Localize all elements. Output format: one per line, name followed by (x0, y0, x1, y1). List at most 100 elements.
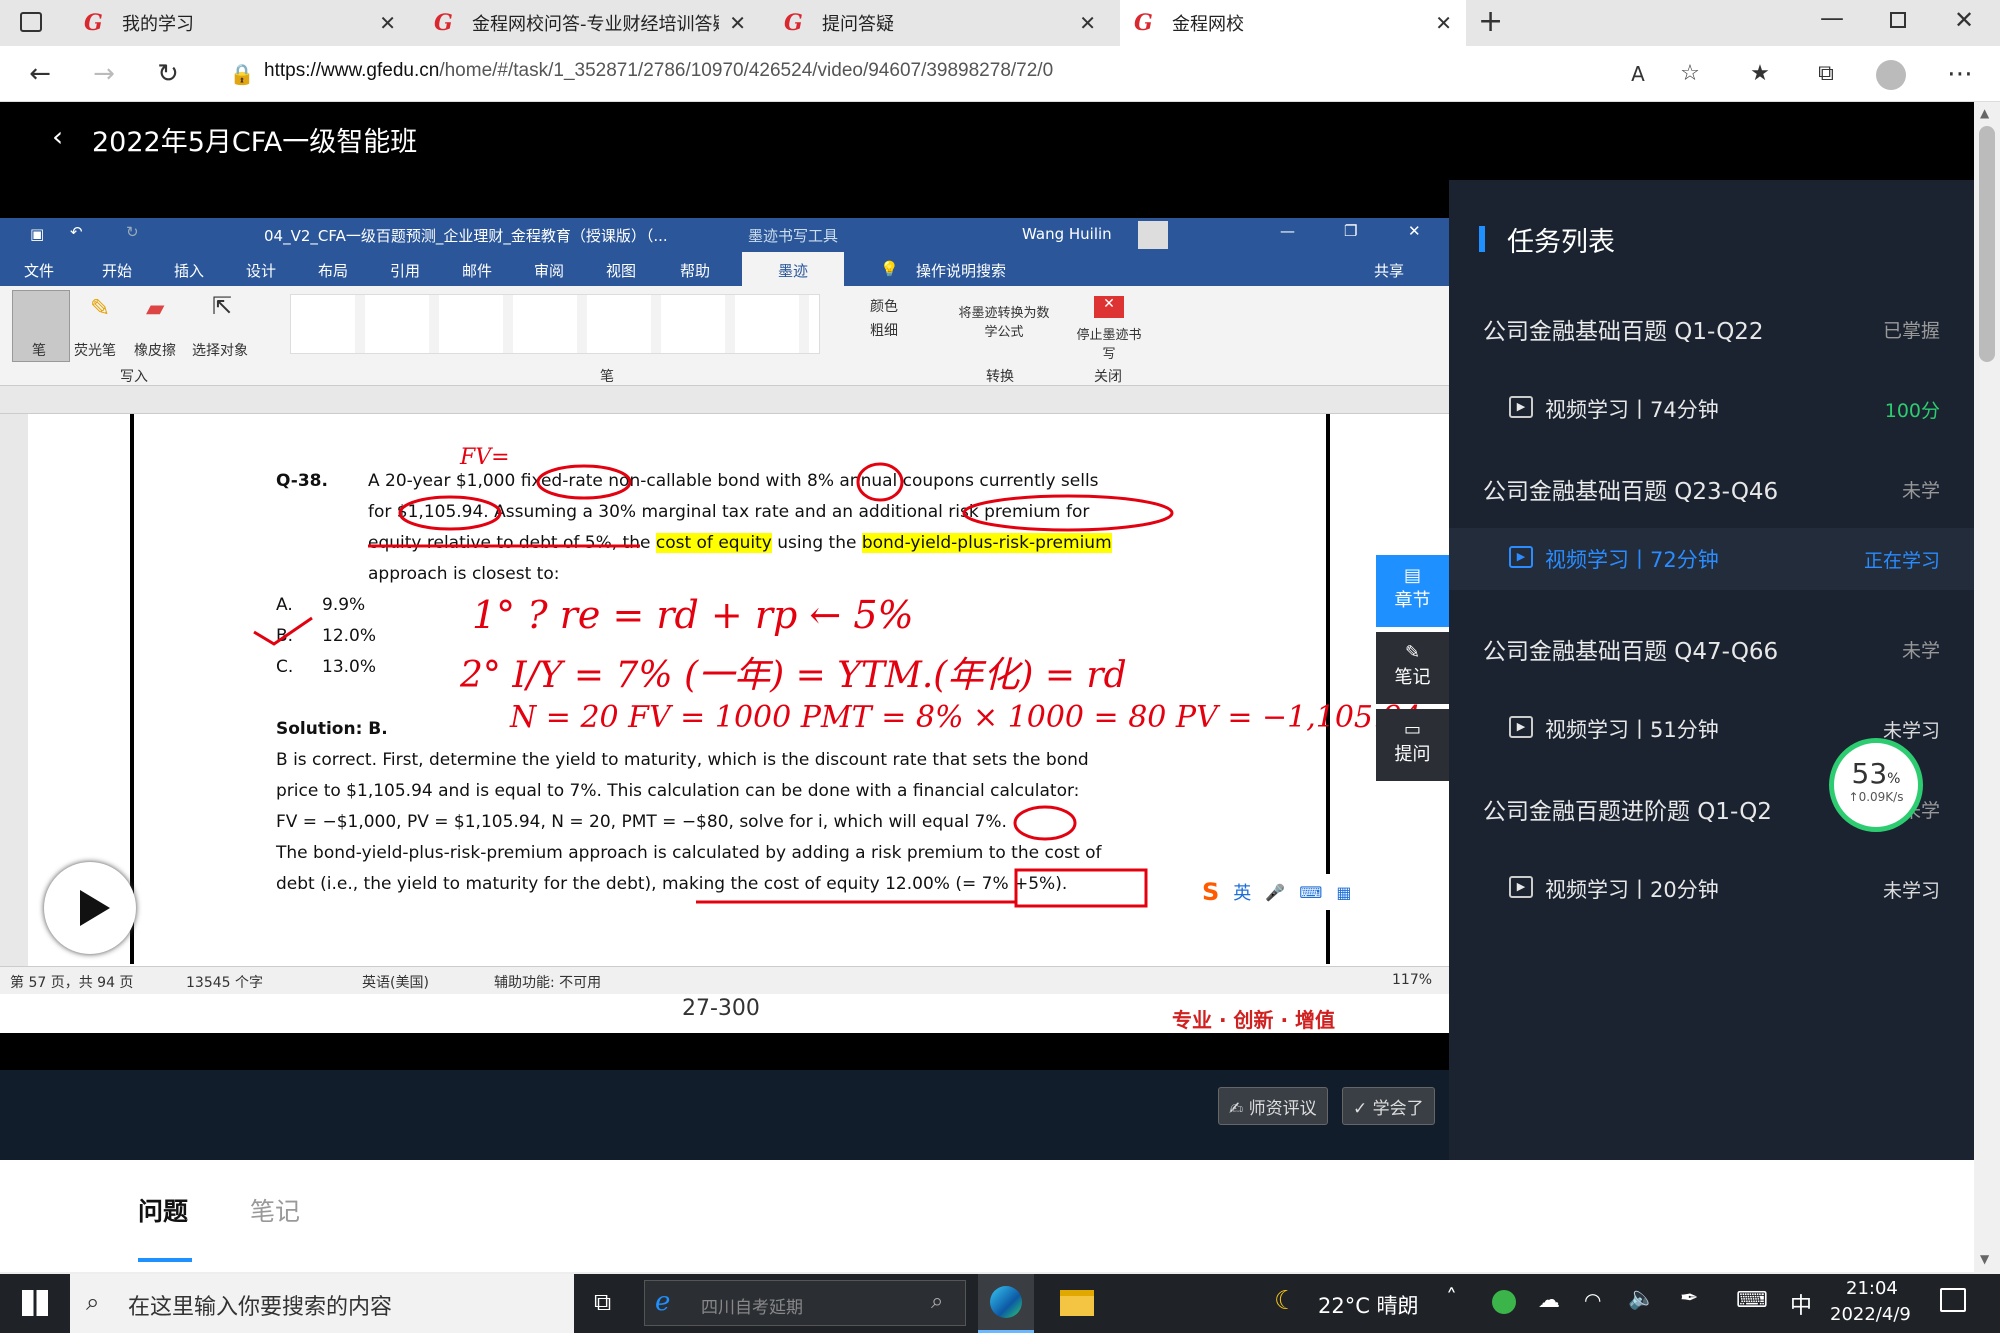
undo-icon: ↶ (70, 223, 83, 241)
ime-toolbar: S 英 🎤 ⌨ ▦ (1196, 874, 1446, 910)
status-words: 13545 个字 (186, 975, 263, 991)
group-label: 笔 (600, 369, 614, 385)
chapter-item[interactable]: 公司金融基础百题 Q23-Q46 未学 (1449, 460, 1974, 520)
tab-questions[interactable]: 问题 (138, 1192, 188, 1228)
chapter-button[interactable]: ▤ 章节 (1376, 555, 1449, 627)
ime-lang: 英 (1233, 883, 1252, 904)
video-play-icon: ▶ (1509, 546, 1533, 568)
word-user: Wang Huilin (1022, 225, 1112, 243)
tray-app-icon[interactable] (1492, 1290, 1516, 1314)
chapter-item[interactable]: 公司金融基础百题 Q1-Q22 已掌握 (1449, 300, 1974, 360)
footer-slogan: 专业 · 创新 · 增值 (1172, 1008, 1336, 1032)
restore-icon[interactable] (1890, 12, 1906, 28)
eraser-icon: ▰ (146, 294, 165, 322)
network-speed-widget[interactable]: 53% ↑0.09K/s (1829, 738, 1923, 832)
status-lang: 英语(美国) (362, 975, 429, 991)
url-input[interactable]: https://www.gfedu.cn/home/#/task/1_35287… (264, 60, 1053, 82)
browser-tab[interactable]: G 提问答疑 ✕ (770, 0, 1110, 46)
add-favorite-icon[interactable]: ☆ (1670, 54, 1710, 94)
clock-date[interactable]: 2022/4/9 (1830, 1304, 1911, 1325)
mic-icon: 🎤 (1265, 882, 1286, 902)
file-explorer-icon[interactable] (1060, 1290, 1094, 1316)
refresh-icon[interactable]: ↻ (148, 54, 188, 94)
back-chevron-icon[interactable]: ‹ (52, 120, 63, 153)
speed-rate: ↑0.09K/s (1848, 790, 1904, 804)
keyboard-icon: ⌨ (1299, 882, 1323, 902)
edge-browser-icon[interactable] (978, 1274, 1034, 1333)
start-windows-icon[interactable] (22, 1290, 48, 1316)
ask-button[interactable]: ▭ 提问 (1376, 709, 1449, 781)
onedrive-cloud-icon[interactable]: ☁ (1538, 1288, 1560, 1313)
back-icon[interactable]: ← (20, 54, 60, 94)
task-view-icon[interactable]: ⧉ (594, 1288, 611, 1316)
chapter-item[interactable]: 公司金融基础百题 Q47-Q66 未学 (1449, 620, 1974, 680)
tab-title: 我的学习 (122, 14, 194, 35)
ink-circle (1013, 805, 1077, 841)
tab-notes[interactable]: 笔记 (250, 1192, 300, 1228)
read-aloud-icon[interactable]: A (1618, 54, 1658, 94)
qa-tabs: 问题 笔记 (0, 1160, 1974, 1274)
scroll-thumb[interactable] (1979, 126, 1995, 362)
forward-icon[interactable]: → (84, 54, 124, 94)
notification-icon[interactable] (1940, 1288, 1966, 1312)
video-play-icon: ▶ (1509, 716, 1533, 738)
new-tab-icon[interactable]: + (1478, 4, 1503, 39)
ink-circle (536, 464, 632, 500)
collections-icon[interactable]: ⧉ (1806, 54, 1846, 94)
video-item[interactable]: ▶ 视频学习丨20分钟 未学习 (1449, 860, 1974, 920)
favorites-icon[interactable]: ★ (1740, 54, 1780, 94)
status-zoom: 117% (1392, 972, 1433, 988)
scroll-down-icon[interactable]: ▼ (1980, 1252, 1989, 1266)
page-scrollbar[interactable]: ▲ ▼ (1974, 102, 2000, 1274)
ie-search-box[interactable]: e 四川自考延期 ⌕ (644, 1280, 966, 1326)
stop-ink-label: 停止墨迹书写 (1076, 328, 1142, 362)
pen-icon[interactable]: ✒ (1680, 1286, 1698, 1311)
play-icon (80, 890, 110, 926)
note-button[interactable]: ✎ 笔记 (1376, 632, 1449, 704)
status-access: 辅助功能: 不可用 (494, 975, 602, 991)
close-window-icon[interactable]: ✕ (1954, 6, 1974, 34)
tool-label: 橡皮擦 (134, 343, 176, 359)
chapter-label: 章节 (1394, 590, 1431, 611)
ime-indicator[interactable]: 中 (1790, 1288, 1812, 1320)
teacher-rating-button[interactable]: ✍ 师资评议 (1218, 1087, 1328, 1125)
tab-actions-icon[interactable] (20, 12, 42, 32)
ie-icon: e (655, 1287, 671, 1317)
task-list-title: 任务列表 (1507, 227, 1615, 258)
volume-icon[interactable]: 🔈 (1628, 1286, 1655, 1311)
document-page: Q-38. A 20-year $1,000 fixed-rate non-ca… (80, 414, 1421, 964)
close-tab-icon[interactable]: ✕ (1079, 11, 1096, 35)
close-tab-icon[interactable]: ✕ (729, 11, 746, 35)
close-tab-icon[interactable]: ✕ (1435, 11, 1452, 35)
browser-tab[interactable]: G 我的学习 ✕ (70, 0, 410, 46)
ribbon-tab-ink-active: 墨迹 (742, 252, 845, 286)
ribbon-tab: 插入 (174, 262, 205, 280)
close-tab-icon[interactable]: ✕ (379, 11, 396, 35)
ink-checkmark (253, 616, 313, 646)
tray-chevron-icon[interactable]: ˄ (1446, 1286, 1457, 1311)
video-title: 视频学习丨20分钟 (1545, 878, 1719, 902)
video-frame-word-document: ▣ ↶ ↻ 04_V2_CFA一级百题预测_企业理财_金程教育（授课版）（...… (0, 218, 1449, 1033)
touch-keyboard-icon[interactable]: ⌨ (1736, 1288, 1768, 1313)
scroll-up-icon[interactable]: ▲ (1980, 106, 1989, 120)
chapter-title: 公司金融基础百题 Q47-Q66 (1483, 639, 1779, 665)
pencil-icon: ✎ (1404, 642, 1421, 663)
browser-tab[interactable]: G 金程网校问答-专业财经培训答疑 ✕ (420, 0, 760, 46)
word-status-bar: 第 57 页，共 94 页 13545 个字 英语(美国) 辅助功能: 不可用 … (0, 966, 1449, 994)
profile-avatar[interactable] (1876, 60, 1906, 90)
thickness-label: 粗细 (870, 323, 898, 339)
video-item[interactable]: ▶ 视频学习丨74分钟 100分 (1449, 380, 1974, 440)
browser-tab-active[interactable]: G 金程网校 ✕ (1120, 0, 1466, 46)
video-side-buttons: ▤ 章节 ✎ 笔记 ▭ 提问 (1376, 555, 1449, 786)
play-button[interactable] (44, 862, 136, 954)
chat-icon: ▭ (1403, 719, 1421, 740)
speed-unit: % (1887, 771, 1901, 787)
minimize-icon[interactable]: — (1820, 4, 1844, 32)
taskbar-search-box[interactable]: ⌕ 在这里输入你要搜索的内容 (70, 1274, 574, 1333)
learned-button[interactable]: ✓ 学会了 (1342, 1087, 1435, 1125)
redo-icon: ↻ (126, 223, 139, 241)
wifi-icon[interactable]: ◠ (1584, 1288, 1601, 1312)
more-icon[interactable]: ⋯ (1940, 54, 1980, 94)
video-item-active[interactable]: ▶ 视频学习丨72分钟 正在学习 (1449, 528, 1974, 590)
clock-time[interactable]: 21:04 (1846, 1278, 1898, 1299)
